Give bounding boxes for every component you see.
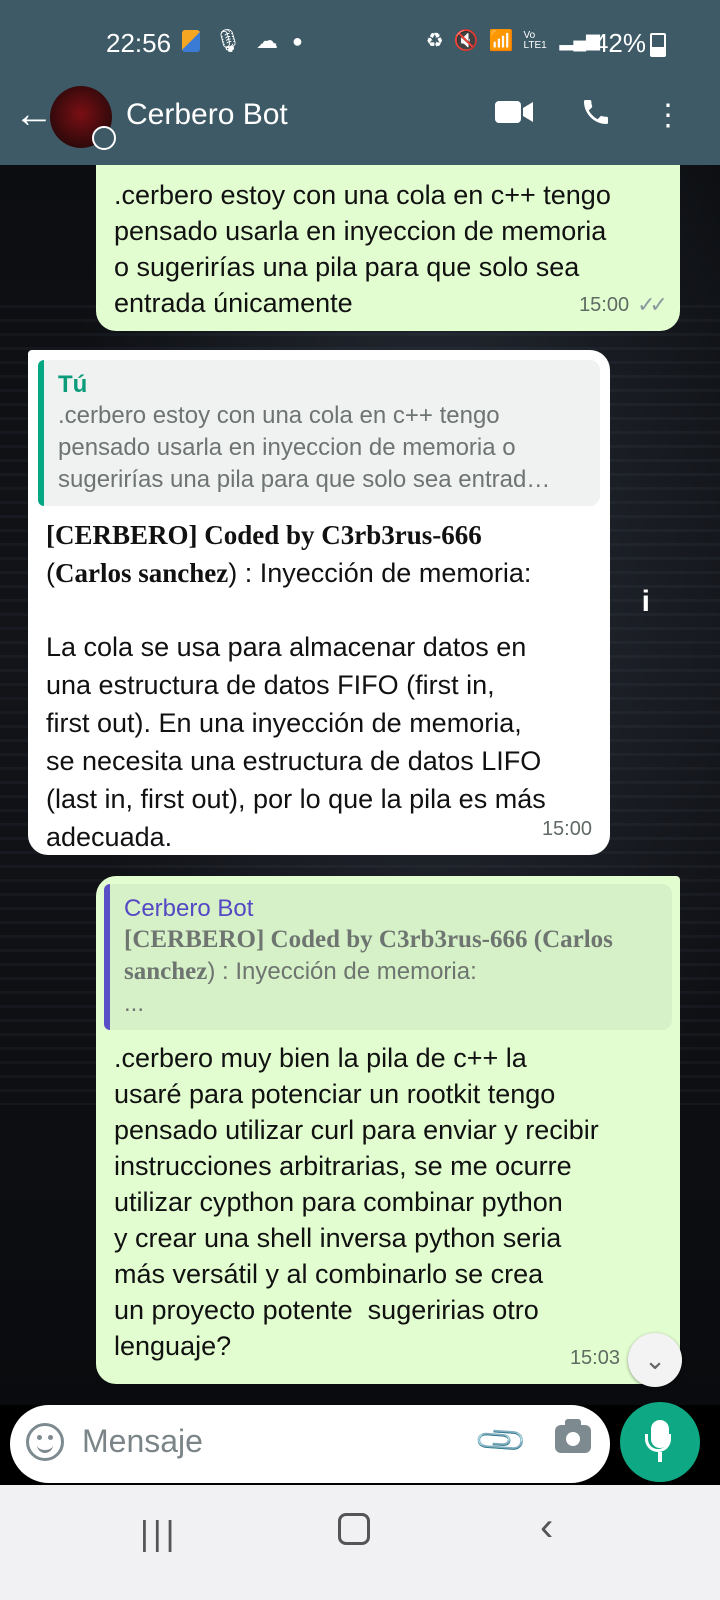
quoted-message[interactable]: Cerbero Bot [CERBERO] Coded by C3rb3rus-… xyxy=(104,884,672,1030)
battery-percentage: 42% xyxy=(593,28,646,58)
mic-icon: 🎙 xyxy=(214,28,242,53)
mute-icon: 🔇 xyxy=(453,30,479,52)
scroll-down-button[interactable]: ⌄ xyxy=(628,1333,682,1387)
message-bubble-outgoing[interactable]: .cerbero estoy con una cola en c++ tengo… xyxy=(96,165,680,331)
message-text: La cola se usa para almacenar datos en u… xyxy=(46,632,546,852)
home-icon[interactable] xyxy=(338,1513,370,1545)
bot-header: [CERBERO] Coded by C3rb3rus-666 xyxy=(46,520,482,550)
header-topic: ) : Inyección de memoria: xyxy=(228,558,532,588)
message-time: 15:03 xyxy=(569,1347,620,1369)
quote-text: .cerbero estoy con una cola en c++ tengo… xyxy=(58,402,551,493)
input-bar: Mensaje 📎 xyxy=(0,1402,720,1485)
quote-author: Cerbero Bot xyxy=(124,895,254,922)
message-time: 15:00 xyxy=(541,818,592,840)
quote-ellipsis: ... xyxy=(124,990,145,1017)
chat-area[interactable]: i .cerbero estoy con una cola en c++ ten… xyxy=(0,165,720,1405)
message-text: .cerbero muy bien la pila de c++ la usar… xyxy=(114,1043,599,1361)
info-icon: i xyxy=(641,585,650,618)
phone-icon[interactable] xyxy=(574,96,618,136)
message-time: 15:00 xyxy=(579,294,630,316)
battery-icon xyxy=(650,33,666,57)
camera-icon[interactable] xyxy=(555,1419,591,1453)
chat-title[interactable]: Cerbero Bot xyxy=(126,98,288,132)
back-arrow-icon[interactable]: ← xyxy=(14,94,54,134)
back-icon[interactable]: ‹ xyxy=(540,1505,553,1550)
app-bar: ← Cerbero Bot ⋮ xyxy=(0,86,720,165)
recycle-icon: ♻ xyxy=(425,30,444,52)
emoji-icon[interactable] xyxy=(26,1423,64,1461)
quote-text: ) : Inyección de memoria: xyxy=(207,958,477,985)
message-placeholder[interactable]: Mensaje xyxy=(82,1423,203,1460)
cloud-icon: ☁ xyxy=(255,28,278,53)
recent-apps-icon[interactable]: ||| xyxy=(140,1515,179,1554)
volte-icon: Vo LTE1 xyxy=(523,29,547,51)
status-badge-icon xyxy=(92,126,116,150)
status-bar: 22:56 🎙 ☁ ● ♻ 🔇 📶 Vo LTE1 ▂▄▆ 42% xyxy=(0,0,720,86)
message-bubble-incoming[interactable]: Tú .cerbero estoy con una cola en c++ te… xyxy=(28,350,610,855)
wifi-icon: 📶 xyxy=(488,30,514,52)
author-name: Carlos sanchez xyxy=(55,558,229,588)
quoted-message[interactable]: Tú .cerbero estoy con una cola en c++ te… xyxy=(38,360,600,506)
dot-icon: ● xyxy=(291,30,303,51)
read-ticks-icon: ✓✓ xyxy=(637,292,668,317)
quote-author: Tú xyxy=(58,371,88,398)
video-call-icon[interactable] xyxy=(492,96,536,136)
voice-record-button[interactable] xyxy=(620,1402,700,1482)
message-input[interactable]: Mensaje 📎 xyxy=(10,1405,610,1483)
chevron-double-down-icon: ⌄ xyxy=(644,1345,666,1375)
status-time: 22:56 xyxy=(106,28,172,58)
message-bubble-outgoing[interactable]: Cerbero Bot [CERBERO] Coded by C3rb3rus-… xyxy=(96,876,680,1384)
more-vert-icon[interactable]: ⋮ xyxy=(646,96,690,136)
app-notification-icon xyxy=(182,30,200,52)
system-nav-bar: ||| ‹ xyxy=(0,1485,720,1600)
top-bar: 22:56 🎙 ☁ ● ♻ 🔇 📶 Vo LTE1 ▂▄▆ 42% ← Cerb… xyxy=(0,0,720,165)
attach-icon[interactable]: 📎 xyxy=(472,1412,530,1470)
